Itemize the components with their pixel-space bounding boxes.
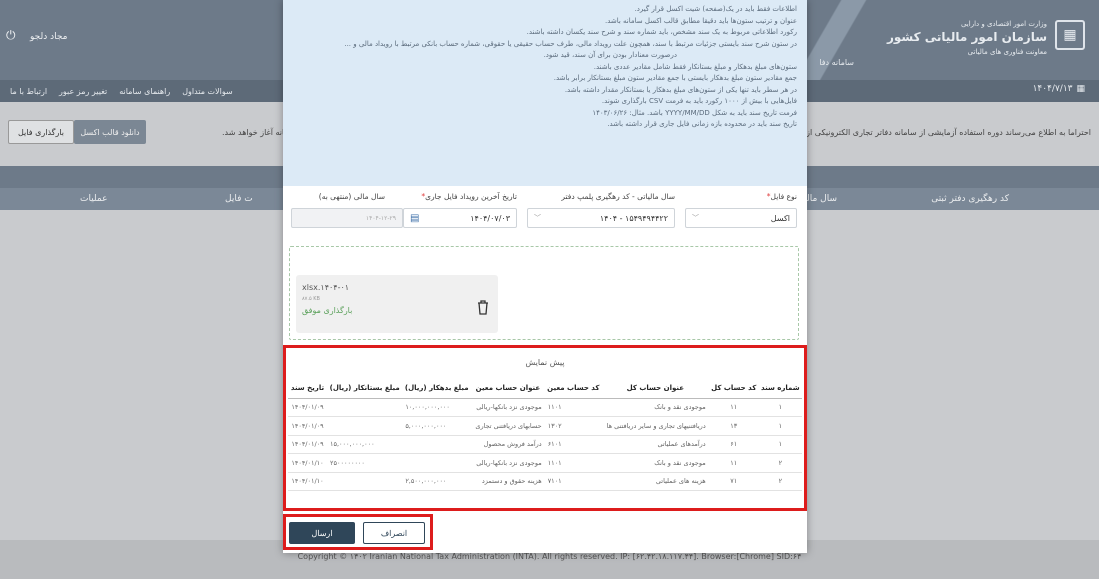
user-name[interactable]: مجاد دلجو — [30, 32, 67, 42]
nav-date: ▦ ۱۴۰۴/۷/۱۳ — [1033, 84, 1085, 94]
upload-modal: اطلاعات فقط باید در یک(صفحه) شیت اکسل قر… — [283, 0, 807, 553]
bg-col-tracking: کد رهگیری دفتر ثبتی — [931, 194, 1009, 204]
cancel-button[interactable]: انصراف — [363, 522, 425, 544]
brand-block: ▦ وزارت امور اقتصادی و دارایی سازمان امو… — [885, 14, 1085, 66]
last-event-date-input[interactable]: ۱۴۰۴/۰۷/۰۳ ▤ — [403, 208, 517, 228]
file-type-label: نوع فایل — [770, 192, 797, 201]
fiscal-year-select[interactable]: ۱۵۴۹۴۹۴۴۲۲ - ۱۴۰۴ ﹀ — [527, 208, 675, 228]
guide-line: رکورد اطلاعاتی مربوط به یک سند مشخص، بای… — [526, 28, 797, 36]
upload-form: نوع فایل* اکسل ﹀ سال مالیاتی - کد رهگیری… — [283, 186, 807, 238]
guide-line: در هر سطر باید تنها یکی از ستون‌های مبلغ… — [564, 85, 797, 94]
date-value: ۱۴۰۴/۷/۱۳ — [1032, 84, 1073, 94]
fiscal-year-end-value: ۱۴۰۴-۱۲-۲۹ — [365, 214, 396, 222]
uploaded-file-card: xlsx.۱۴۰۴-۰۱ ۸۷.۵ KB بارگذاری موفق — [296, 275, 498, 333]
guide-line: جمع مقادیر ستون مبلغ بدهکار بایستی با جم… — [553, 74, 797, 82]
guide-line: در ستون شرح سند بایستی جزئیات مرتبط با س… — [344, 39, 797, 48]
org-line2: سازمان امور مالیاتی کشور — [886, 30, 1047, 44]
last-event-date-field: تاریخ آخرین رویداد فایل جاری* ۱۴۰۴/۰۷/۰۳… — [403, 192, 517, 228]
fiscal-year-end-field: سال مالی (منتهی به) ۱۴۰۴-۱۲-۲۹ — [291, 192, 403, 228]
power-icon[interactable]: ⏻ — [6, 28, 24, 46]
fiscal-year-end-label: سال مالی (منتهی به) — [318, 192, 385, 201]
fiscal-year-field: سال مالیاتی - کد رهگیری پلمپ دفتر ۱۵۴۹۴۹… — [527, 192, 675, 228]
notice-text: احتراما به اطلاع می‌رساند دوره استفاده آ… — [806, 128, 1091, 137]
guide-line: فرمت تاریخ سند باید به شکل YYYY/MM/DD با… — [592, 108, 797, 117]
col-sub-code: کد حساب معین — [544, 378, 602, 399]
chevron-down-icon: ﹀ — [692, 214, 699, 222]
bg-col-file: ت فایل — [225, 194, 253, 204]
last-event-date-value: ۱۴۰۴/۰۷/۰۳ — [470, 213, 510, 223]
file-dropzone[interactable]: xlsx.۱۴۰۴-۰۱ ۸۷.۵ KB بارگذاری موفق — [289, 246, 799, 340]
guide-line: عنوان و ترتیب ستون‌ها باید دقیقا مطابق ق… — [604, 16, 797, 25]
guide-line: فایل‌هایی با بیش از ۱۰۰۰ رکورد باید به ف… — [601, 97, 797, 105]
col-credit: مبلغ بستانکار (ریال) — [327, 378, 403, 399]
nav-faq[interactable]: سوالات متداول — [182, 87, 233, 96]
guide-line: درصورت معنادار بودن برای آن سند، قید شود… — [543, 51, 677, 59]
col-debit: مبلغ بدهکار (ریال) — [402, 378, 472, 399]
table-row: ۱ ۶۱ درآمدهای عملیاتی ۶۱۰۱ درآمد فروش مح… — [288, 435, 802, 454]
col-ledger-code: کد حساب کل — [708, 378, 759, 399]
guide-line: ستون‌های مبلغ بدهکار و مبلغ بستانکار فقط… — [593, 62, 797, 71]
chevron-down-icon: ﹀ — [534, 214, 541, 222]
preview-title: پیش نمایش — [525, 358, 565, 367]
file-type-select[interactable]: اکسل ﹀ — [685, 208, 797, 228]
guide-panel: اطلاعات فقط باید در یک(صفحه) شیت اکسل قر… — [283, 0, 807, 186]
last-event-date-label: تاریخ آخرین رویداد فایل جاری — [425, 192, 517, 201]
footer-copyright: Copyright © ۱۴۰۲ Iranian National Tax Ad… — [297, 552, 802, 561]
inta-logo-icon: ▦ — [1055, 20, 1085, 50]
guide-line: تاریخ سند باید در محدوده بازه زمانی فایل… — [607, 120, 797, 128]
bg-download-template-button[interactable]: دانلود قالب اکسل — [74, 120, 146, 144]
bg-col-actions: عملیات — [80, 194, 108, 204]
preview-panel: پیش نمایش شماره سند کد حساب کل عنوان حسا… — [283, 345, 807, 511]
org-line3: معاونت فناوری های مالیاتی — [967, 48, 1047, 56]
fiscal-year-label: سال مالیاتی - کد رهگیری پلمپ دفتر — [561, 192, 675, 201]
upload-status: بارگذاری موفق — [302, 306, 353, 315]
bg-upload-file-button[interactable]: بارگذاری فایل — [8, 120, 74, 144]
preview-header-row: شماره سند کد حساب کل عنوان حساب کل کد حس… — [288, 378, 802, 399]
fiscal-year-end-input: ۱۴۰۴-۱۲-۲۹ — [291, 208, 403, 228]
col-ledger-title: عنوان حساب کل — [601, 378, 709, 399]
col-sub-title: عنوان حساب معین — [471, 378, 545, 399]
guide-line: اطلاعات فقط باید در یک(صفحه) شیت اکسل قر… — [634, 5, 797, 13]
file-size: ۸۷.۵ KB — [302, 296, 320, 302]
file-name: xlsx.۱۴۰۴-۰۱ — [302, 283, 350, 292]
table-row: ۲ ۷۱ هزینه های عملیاتی ۷۱۰۱ هزینه حقوق و… — [288, 472, 802, 491]
system-name: سامانه دفا — [819, 58, 854, 67]
send-button[interactable]: ارسال — [289, 522, 355, 544]
calendar-icon[interactable]: ▤ — [410, 213, 419, 224]
table-row: ۲ ۱۱ موجودی نقد و بانک ۱۱۰۱ موجودی نزد ب… — [288, 453, 802, 473]
preview-table: شماره سند کد حساب کل عنوان حساب کل کد حس… — [288, 378, 802, 491]
calendar-icon: ▦ — [1076, 84, 1085, 94]
col-doc-number: شماره سند — [758, 378, 802, 399]
modal-actions: ارسال انصراف — [283, 514, 433, 550]
fiscal-year-value: ۱۵۴۹۴۹۴۴۲۲ - ۱۴۰۴ — [599, 213, 668, 223]
nav-contact[interactable]: ارتباط با ما — [10, 87, 47, 96]
col-doc-date: تاریخ سند — [288, 378, 327, 399]
nav-change-password[interactable]: تغییر رمز عبور — [59, 87, 107, 96]
org-line1: وزارت امور اقتصادی و دارایی — [960, 20, 1047, 28]
table-row: ۱ ۱۱ موجودی نقد و بانک ۱۱۰۱ موجودی نزد ب… — [288, 398, 802, 417]
nav-items: سوالات متداول راهنمای سامانه تغییر رمز ع… — [10, 80, 233, 102]
file-type-field: نوع فایل* اکسل ﹀ — [685, 192, 797, 228]
trash-icon[interactable] — [476, 299, 490, 315]
nav-guide[interactable]: راهنمای سامانه — [119, 87, 170, 96]
file-type-value: اکسل — [770, 213, 790, 223]
table-row: ۱ ۱۳ دریافتنیهای تجاری و سایر دریافتنی ه… — [288, 416, 802, 436]
